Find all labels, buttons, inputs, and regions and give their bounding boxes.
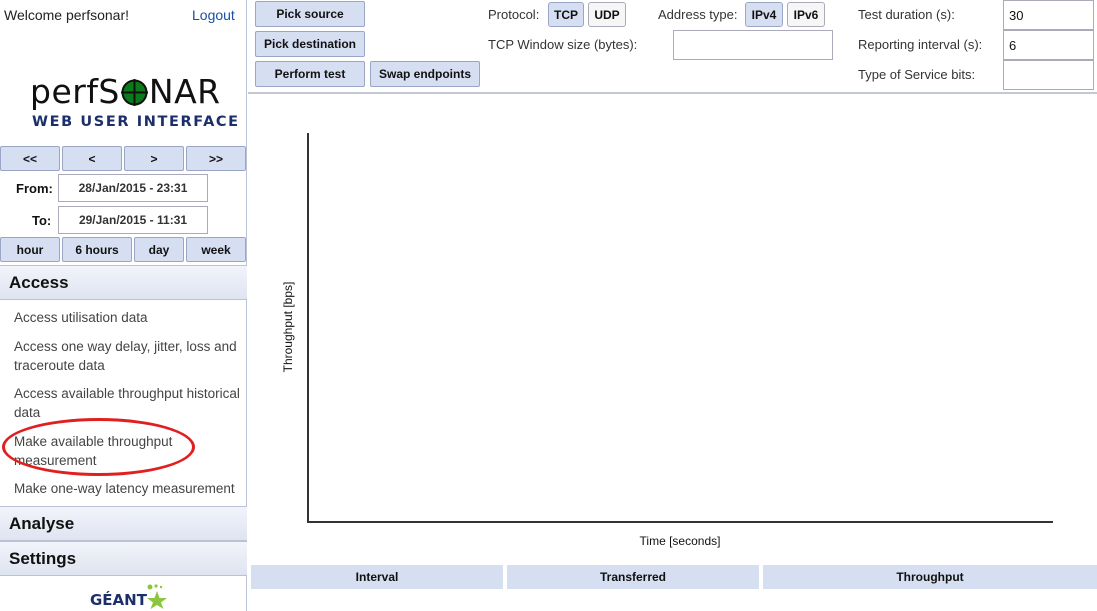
range-6hours-button[interactable]: 6 hours bbox=[62, 237, 132, 262]
tos-bits-input[interactable] bbox=[1003, 60, 1094, 90]
star-icon bbox=[147, 584, 167, 609]
address-ipv4-toggle[interactable]: IPv4 bbox=[745, 2, 783, 27]
chart-x-axis bbox=[307, 521, 1053, 523]
perform-test-button[interactable]: Perform test bbox=[255, 61, 365, 87]
chart-y-axis-label: Throughput [bps] bbox=[281, 281, 295, 373]
tcp-window-label: TCP Window size (bytes): bbox=[488, 37, 638, 52]
column-header-transferred: Transferred bbox=[507, 565, 759, 589]
range-week-button[interactable]: week bbox=[186, 237, 246, 262]
logout-link[interactable]: Logout bbox=[192, 7, 235, 23]
target-o-icon bbox=[120, 79, 148, 106]
nav-next-button[interactable]: > bbox=[124, 146, 184, 171]
highlight-annotation bbox=[2, 418, 195, 476]
menu-item-throughput-history[interactable]: Access available throughput historical d… bbox=[14, 384, 246, 422]
to-date-field[interactable]: 29/Jan/2015 - 11:31 bbox=[58, 206, 208, 234]
nav-last-button[interactable]: >> bbox=[186, 146, 246, 171]
tcp-window-input[interactable] bbox=[673, 30, 833, 60]
pick-destination-button[interactable]: Pick destination bbox=[255, 31, 365, 57]
from-date-field[interactable]: 28/Jan/2015 - 23:31 bbox=[58, 174, 208, 202]
range-hour-button[interactable]: hour bbox=[0, 237, 60, 262]
column-header-throughput: Throughput bbox=[763, 565, 1097, 589]
menu-item-utilisation[interactable]: Access utilisation data bbox=[14, 308, 246, 327]
protocol-label: Protocol: bbox=[488, 7, 540, 22]
address-ipv6-toggle[interactable]: IPv6 bbox=[787, 2, 825, 27]
protocol-tcp-toggle[interactable]: TCP bbox=[548, 2, 584, 27]
range-day-button[interactable]: day bbox=[134, 237, 184, 262]
pick-source-button[interactable]: Pick source bbox=[255, 1, 365, 27]
column-header-interval: Interval bbox=[251, 565, 503, 589]
section-settings[interactable]: Settings bbox=[0, 541, 247, 576]
protocol-udp-toggle[interactable]: UDP bbox=[588, 2, 626, 27]
test-duration-label: Test duration (s): bbox=[858, 7, 955, 22]
test-duration-input[interactable] bbox=[1003, 0, 1094, 30]
tos-bits-label: Type of Service bits: bbox=[858, 67, 976, 82]
swap-endpoints-button[interactable]: Swap endpoints bbox=[370, 61, 480, 87]
sidebar: Welcome perfsonar! Logout perfS NAR WEB U… bbox=[0, 0, 247, 611]
logo-subtitle: WEB USER INTERFACE bbox=[32, 114, 240, 130]
nav-first-button[interactable]: << bbox=[0, 146, 60, 171]
welcome-text: Welcome perfsonar! bbox=[4, 7, 130, 23]
chart-y-axis bbox=[307, 133, 309, 523]
reporting-interval-label: Reporting interval (s): bbox=[858, 37, 983, 52]
perfsonar-logo: perfS NAR WEB USER INTERFACE bbox=[0, 72, 247, 134]
section-analyse[interactable]: Analyse bbox=[0, 506, 247, 541]
section-access[interactable]: Access bbox=[0, 265, 247, 300]
menu-item-one-way-delay[interactable]: Access one way delay, jitter, loss and t… bbox=[14, 337, 246, 375]
chart-x-axis-label: Time [seconds] bbox=[639, 534, 721, 548]
geant-logo: GÉANT bbox=[90, 584, 170, 610]
menu-item-make-latency[interactable]: Make one-way latency measurement bbox=[14, 479, 246, 498]
address-type-label: Address type: bbox=[658, 7, 738, 22]
logo-main-text: perfS NAR bbox=[30, 72, 221, 111]
from-label: From: bbox=[16, 181, 53, 196]
nav-prev-button[interactable]: < bbox=[62, 146, 122, 171]
geant-logo-text: GÉANT bbox=[90, 591, 147, 609]
to-label: To: bbox=[32, 213, 52, 228]
toolbar-divider bbox=[248, 92, 1097, 94]
reporting-interval-input[interactable] bbox=[1003, 30, 1094, 60]
